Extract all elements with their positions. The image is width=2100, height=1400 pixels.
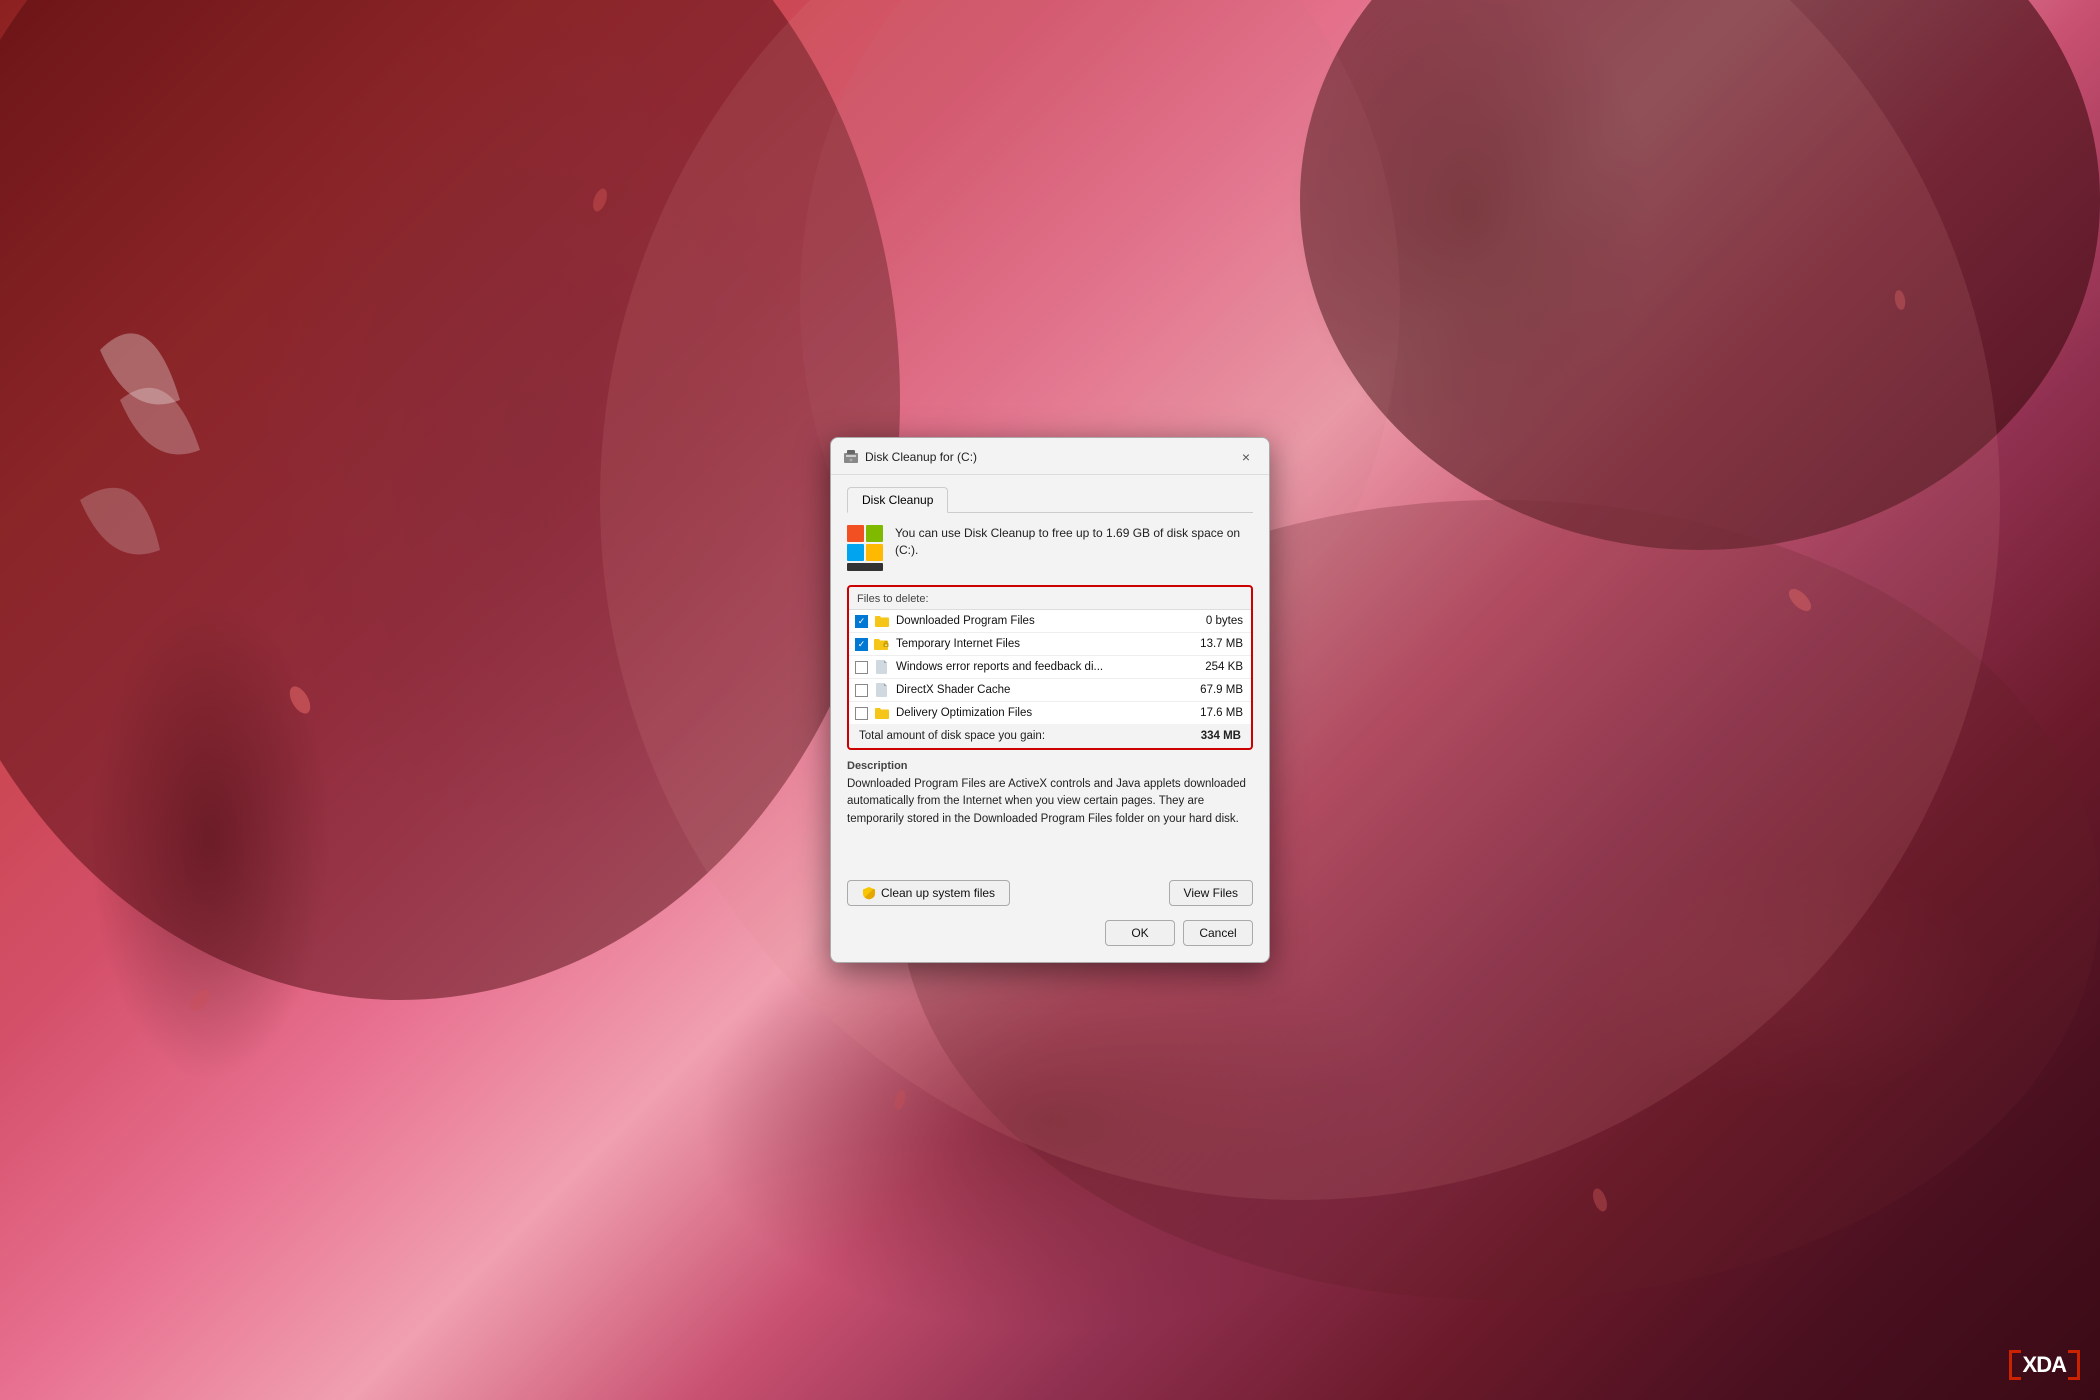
win-logo-q1: [847, 525, 864, 542]
total-value: 334 MB: [1201, 730, 1241, 742]
file-item-3: Windows error reports and feedback di...…: [849, 656, 1251, 679]
description-section: Description Downloaded Program Files are…: [847, 760, 1253, 866]
files-section-label: Files to delete:: [849, 587, 1251, 609]
file-size-2: 13.7 MB: [1188, 638, 1243, 650]
win-logo-q2: [866, 525, 883, 542]
xda-watermark: XDA: [2009, 1350, 2080, 1380]
checkbox-4[interactable]: [855, 684, 868, 697]
folder-lock-svg-2: [874, 638, 890, 650]
xda-bracket-right: [2068, 1350, 2080, 1380]
checkbox-1[interactable]: [855, 615, 868, 628]
dialog-title-text: Disk Cleanup for (C:): [865, 450, 977, 464]
checkbox-5[interactable]: [855, 707, 868, 720]
win-logo-q3: [847, 544, 864, 561]
shield-icon: [862, 886, 876, 900]
description-label: Description: [847, 760, 1253, 772]
xda-text: XDA: [2023, 1352, 2066, 1378]
file-size-1: 0 bytes: [1188, 615, 1243, 627]
folder-svg-5: [875, 707, 889, 719]
file-svg-3: [876, 660, 888, 674]
dialog-titlebar: Disk Cleanup for (C:) ×: [831, 438, 1269, 475]
file-name-2: Temporary Internet Files: [896, 638, 1182, 650]
files-to-delete-box: Files to delete: Downloaded Program File…: [847, 585, 1253, 750]
disk-cleanup-tab[interactable]: Disk Cleanup: [847, 487, 948, 513]
file-item-4: DirectX Shader Cache 67.9 MB: [849, 679, 1251, 702]
file-item-2: Temporary Internet Files 13.7 MB: [849, 633, 1251, 656]
file-size-4: 67.9 MB: [1188, 684, 1243, 696]
dialog-title-left: Disk Cleanup for (C:): [843, 449, 977, 465]
file-size-3: 254 KB: [1188, 661, 1243, 673]
folder-svg-1: [875, 615, 889, 627]
checkbox-2[interactable]: [855, 638, 868, 651]
file-icon-3: [874, 659, 890, 675]
shield-svg: [862, 886, 876, 900]
screen-center: Disk Cleanup for (C:) × Disk Cleanup: [0, 0, 2100, 1400]
file-name-4: DirectX Shader Cache: [896, 684, 1182, 696]
file-item-1: Downloaded Program Files 0 bytes: [849, 610, 1251, 633]
total-row: Total amount of disk space you gain: 334…: [849, 724, 1251, 748]
file-svg-4: [876, 683, 888, 697]
file-name-3: Windows error reports and feedback di...: [896, 661, 1182, 673]
windows-logo: [847, 525, 883, 561]
tab-bar: Disk Cleanup: [847, 487, 1253, 513]
cleanup-system-files-button[interactable]: Clean up system files: [847, 880, 1010, 906]
ok-label: OK: [1131, 926, 1148, 940]
info-row: You can use Disk Cleanup to free up to 1…: [847, 525, 1253, 571]
file-name-1: Downloaded Program Files: [896, 615, 1182, 627]
total-label: Total amount of disk space you gain:: [859, 730, 1045, 742]
action-buttons-row: Clean up system files View Files: [847, 880, 1253, 906]
view-files-button[interactable]: View Files: [1169, 880, 1253, 906]
disk-cleanup-icon: [843, 449, 859, 465]
cancel-button[interactable]: Cancel: [1183, 920, 1253, 946]
folder-lock-icon-2: [874, 636, 890, 652]
win-logo-q4: [866, 544, 883, 561]
windows-logo-wrap: [847, 525, 883, 571]
xda-bracket-left: [2009, 1350, 2021, 1380]
dialog-body: Disk Cleanup You can use Disk Cleanup to…: [831, 475, 1269, 962]
description-text: Downloaded Program Files are ActiveX con…: [847, 776, 1253, 866]
files-list: Downloaded Program Files 0 bytes: [849, 609, 1251, 724]
checkbox-3[interactable]: [855, 661, 868, 674]
file-item-5: Delivery Optimization Files 17.6 MB: [849, 702, 1251, 724]
file-size-5: 17.6 MB: [1188, 707, 1243, 719]
cancel-label: Cancel: [1199, 926, 1236, 940]
view-files-label: View Files: [1184, 886, 1238, 900]
ok-cancel-row: OK Cancel: [847, 920, 1253, 946]
win-logo-bottom: [847, 563, 883, 571]
disk-cleanup-dialog: Disk Cleanup for (C:) × Disk Cleanup: [830, 437, 1270, 963]
cleanup-system-files-label: Clean up system files: [881, 886, 995, 900]
close-button[interactable]: ×: [1235, 446, 1257, 468]
info-text: You can use Disk Cleanup to free up to 1…: [895, 525, 1253, 559]
folder-icon-1: [874, 613, 890, 629]
folder-icon-5: [874, 705, 890, 721]
ok-button[interactable]: OK: [1105, 920, 1175, 946]
file-name-5: Delivery Optimization Files: [896, 707, 1182, 719]
file-icon-4: [874, 682, 890, 698]
